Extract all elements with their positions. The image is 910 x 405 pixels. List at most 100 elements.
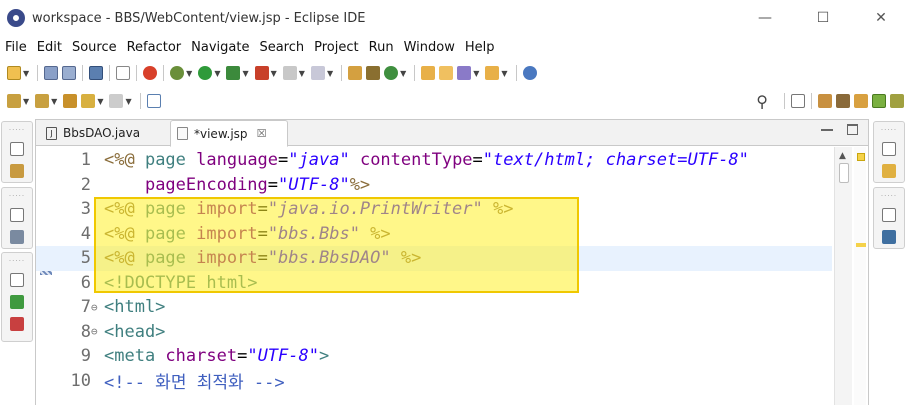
restore-icon[interactable]: [882, 208, 896, 222]
fold-toggle-icon[interactable]: ⊖: [91, 325, 104, 338]
chevron-down-icon[interactable]: ▼: [125, 97, 131, 106]
console-view-icon[interactable]: [882, 230, 896, 244]
scroll-up-icon[interactable]: ▲: [839, 151, 846, 161]
tab-view-jsp[interactable]: *view.jsp ☒: [170, 120, 288, 147]
code-line[interactable]: 5 <%@ page import = "bbs.BbsDAO" %>: [36, 246, 832, 271]
menu-refactor[interactable]: Refactor: [127, 40, 182, 55]
debug-perspective-icon[interactable]: [836, 94, 850, 108]
code-line[interactable]: 6 <!DOCTYPE html>: [36, 271, 832, 296]
prev-annotation-icon[interactable]: [35, 94, 50, 108]
servers-icon[interactable]: [10, 295, 24, 309]
chevron-down-icon[interactable]: ▼: [214, 69, 220, 78]
run-icon[interactable]: [198, 66, 213, 80]
error-icon[interactable]: [143, 66, 158, 80]
menu-run[interactable]: Run: [369, 40, 394, 55]
server-stop-icon[interactable]: [254, 66, 269, 80]
chevron-down-icon[interactable]: ▼: [97, 97, 103, 106]
web-icon[interactable]: [348, 66, 363, 80]
pin-icon[interactable]: [146, 94, 161, 108]
last-edit-icon[interactable]: [63, 94, 78, 108]
chevron-down-icon[interactable]: ▼: [186, 69, 192, 78]
menu-file[interactable]: File: [5, 40, 27, 55]
skip-icon[interactable]: [116, 66, 131, 80]
trim-handle[interactable]: ·····: [9, 192, 25, 200]
problems-icon[interactable]: [10, 317, 24, 331]
restore-icon[interactable]: [882, 142, 896, 156]
menu-project[interactable]: Project: [314, 40, 358, 55]
maximize-button[interactable]: ☐: [794, 0, 852, 36]
code-line[interactable]: 7 ⊖ <html>: [36, 295, 832, 320]
code-line[interactable]: 4 <%@ page import = "bbs.Bbs" %>: [36, 222, 832, 247]
annotation-icon[interactable]: [485, 66, 500, 80]
code-line[interactable]: 1 <%@ page language = "java" contentType = "t…: [36, 148, 832, 173]
menu-navigate[interactable]: Navigate: [191, 40, 249, 55]
console-icon[interactable]: [89, 66, 104, 80]
warning-marker[interactable]: [857, 153, 865, 161]
chevron-down-icon[interactable]: ▼: [501, 69, 507, 78]
chevron-down-icon[interactable]: ▼: [23, 97, 29, 106]
server-icon[interactable]: [226, 66, 241, 80]
search-icon[interactable]: ⚲: [756, 92, 768, 111]
git-perspective-icon[interactable]: [854, 94, 868, 108]
menu-search[interactable]: Search: [259, 40, 304, 55]
java-ee-perspective-icon[interactable]: [818, 94, 832, 108]
code-line[interactable]: 10 <!-- 화면 최적화 -->: [36, 369, 832, 394]
trim-handle[interactable]: ·····: [881, 192, 897, 200]
chevron-down-icon[interactable]: ▼: [242, 69, 248, 78]
close-button[interactable]: ✕: [852, 0, 910, 36]
trim-handle[interactable]: ·····: [9, 257, 25, 265]
maximize-icon[interactable]: [847, 124, 858, 135]
code-editor[interactable]: 1 <%@ page language = "java" contentType = "t…: [36, 147, 868, 405]
open-perspective-icon[interactable]: [791, 94, 805, 108]
chevron-down-icon[interactable]: ▼: [473, 69, 479, 78]
edit-icon[interactable]: [457, 66, 472, 80]
chevron-down-icon[interactable]: ▼: [299, 69, 305, 78]
tag-icon[interactable]: [366, 66, 381, 80]
chevron-down-icon[interactable]: ▼: [327, 69, 333, 78]
back-icon[interactable]: [81, 94, 96, 108]
trim-handle[interactable]: ·····: [9, 126, 25, 134]
chevron-down-icon[interactable]: ▼: [400, 69, 406, 78]
tab-bbsdao-java[interactable]: J BbsDAO.java: [40, 120, 165, 146]
menu-window[interactable]: Window: [404, 40, 455, 55]
trim-handle[interactable]: ·····: [881, 126, 897, 134]
other-perspective-icon[interactable]: [890, 94, 904, 108]
external-tools-icon[interactable]: [310, 66, 325, 80]
new-icon[interactable]: [7, 66, 21, 80]
open-type-icon[interactable]: [384, 66, 399, 80]
menu-help[interactable]: Help: [465, 40, 495, 55]
coverage-icon[interactable]: [282, 66, 297, 80]
chevron-down-icon[interactable]: ▼: [23, 69, 29, 78]
java-perspective-icon[interactable]: [872, 94, 886, 108]
code-line[interactable]: 3 <%@ page import = "java.io.PrintWriter" %…: [36, 197, 832, 222]
git-repositories-icon[interactable]: [882, 164, 896, 178]
menu-edit[interactable]: Edit: [37, 40, 62, 55]
restore-icon[interactable]: [10, 142, 24, 156]
chevron-down-icon[interactable]: ▼: [271, 69, 277, 78]
code-token: =: [278, 150, 289, 171]
code-line[interactable]: 8 ⊖ <head>: [36, 320, 832, 345]
menu-source[interactable]: Source: [72, 40, 117, 55]
web-browser-icon[interactable]: [522, 66, 537, 80]
save-icon[interactable]: [44, 66, 59, 80]
code-line[interactable]: 9 <meta charset = "UTF-8" >: [36, 344, 832, 369]
next-annotation-icon[interactable]: [7, 94, 21, 108]
forward-icon[interactable]: [109, 94, 124, 108]
folder-icon[interactable]: [421, 66, 436, 80]
open-folder-icon[interactable]: [439, 66, 454, 80]
scroll-thumb[interactable]: [839, 163, 849, 183]
save-all-icon[interactable]: [62, 66, 77, 80]
minimize-icon[interactable]: [821, 128, 833, 131]
minimize-button[interactable]: —: [736, 0, 794, 36]
debug-icon[interactable]: [170, 66, 185, 80]
close-tab-icon[interactable]: ☒: [257, 127, 267, 140]
restore-icon[interactable]: [10, 208, 24, 222]
vertical-scrollbar[interactable]: ▲: [834, 147, 852, 405]
outline-icon[interactable]: [10, 230, 24, 244]
occurrence-marker[interactable]: [856, 243, 866, 247]
fold-toggle-icon[interactable]: ⊖: [91, 301, 104, 314]
restore-icon[interactable]: [10, 273, 24, 287]
project-explorer-icon[interactable]: [10, 164, 24, 178]
code-line[interactable]: 2 pageEncoding = "UTF-8" %>: [36, 173, 832, 198]
chevron-down-icon[interactable]: ▼: [51, 97, 57, 106]
